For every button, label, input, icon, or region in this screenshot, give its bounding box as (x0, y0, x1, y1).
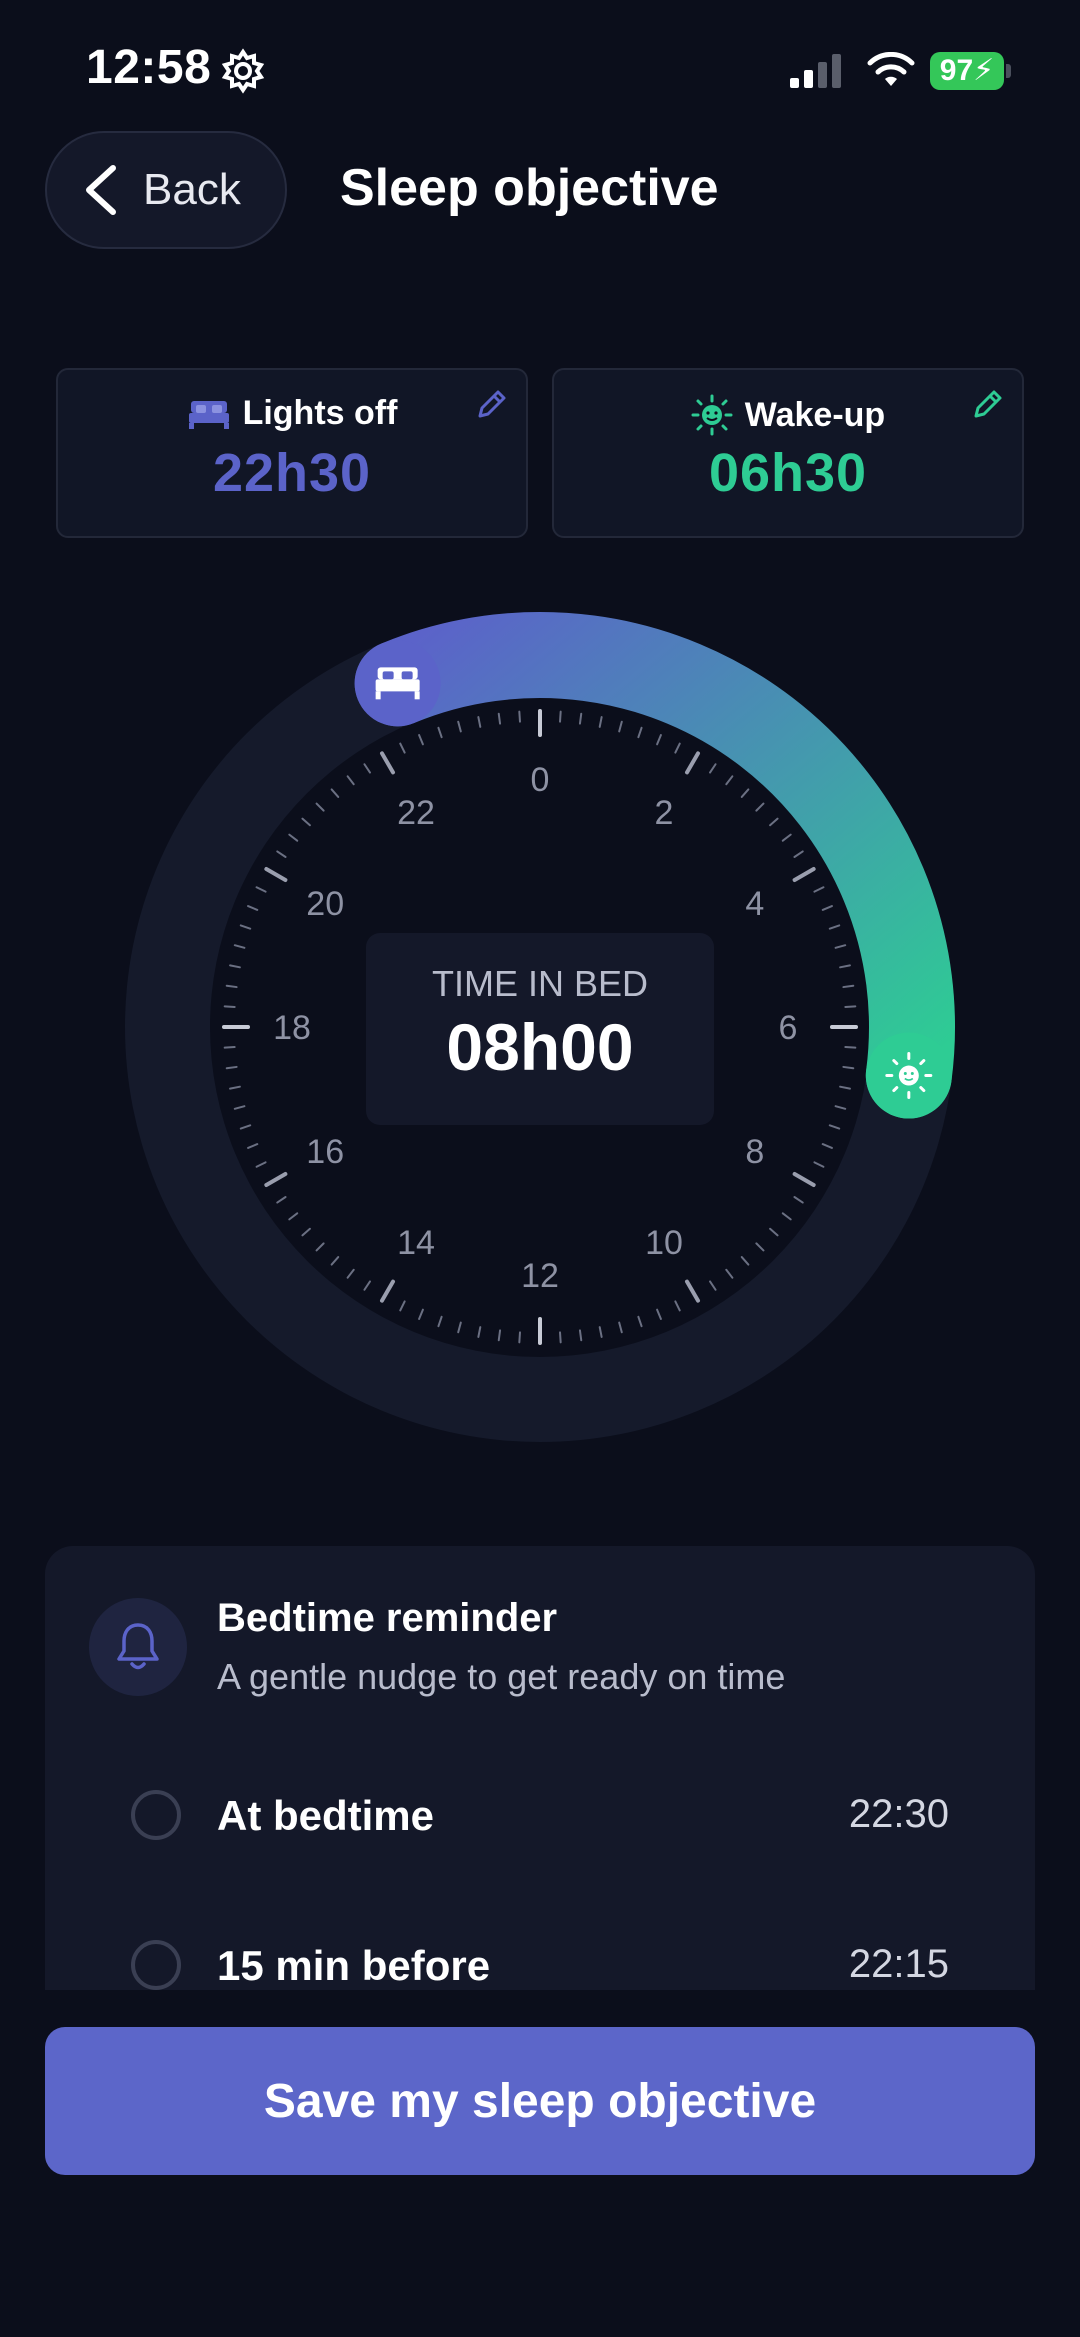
clock-tick (223, 1046, 236, 1049)
clock-tick (225, 984, 238, 989)
bedtime-handle[interactable] (354, 640, 441, 727)
clock-tick (842, 1065, 855, 1070)
hour-label: 2 (655, 794, 674, 832)
clock-tick (223, 1005, 236, 1008)
time-in-bed-value: 08h00 (446, 1010, 633, 1084)
gear-icon (221, 48, 265, 94)
clock-tick (844, 1046, 857, 1049)
hour-label: 10 (645, 1224, 683, 1262)
clock-tick (518, 710, 521, 723)
wake-handle[interactable] (865, 1032, 952, 1119)
battery-indicator: 97⚡ (930, 52, 1004, 90)
clock-tick (497, 1329, 502, 1342)
clock-tick (844, 1005, 857, 1008)
sleep-clock[interactable]: 0 2 4 6 8 10 12 14 16 18 20 22 TIME IN BED 08h00 (0, 560, 1080, 1460)
wake-up-value: 06h30 (708, 443, 868, 503)
chevron-left-icon (86, 165, 116, 215)
battery-tip (1006, 64, 1011, 78)
hour-label: 14 (397, 1224, 435, 1262)
hour-label: 20 (306, 885, 344, 923)
clock-tick (518, 1331, 521, 1344)
reminder-option-15-min-before[interactable]: 15 min before 22:15 (45, 1930, 1035, 1990)
hour-label: 4 (745, 885, 764, 923)
radio-button[interactable] (131, 1940, 181, 1990)
clock-tick (225, 1065, 238, 1070)
signal-icon (790, 54, 841, 88)
status-time: 12:58 (86, 41, 212, 94)
back-label: Back (143, 165, 241, 214)
clock-tick (578, 712, 583, 725)
bedtime-reminder-card: Bedtime reminder A gentle nudge to get r… (45, 1546, 1035, 1990)
page-title: Sleep objective (340, 159, 719, 217)
hour-label: 22 (397, 794, 435, 832)
lights-off-label: Lights off (242, 394, 398, 432)
bell-badge (89, 1598, 187, 1696)
sun-icon (691, 394, 733, 436)
hour-label: 18 (273, 1009, 311, 1047)
pencil-icon[interactable] (970, 388, 1004, 422)
wake-up-label: Wake-up (744, 395, 886, 434)
time-in-bed-label: TIME IN BED (432, 963, 648, 1004)
radio-button[interactable] (131, 1790, 181, 1840)
clock-tick (559, 1331, 562, 1344)
lights-off-value: 22h30 (212, 443, 372, 503)
reminder-title: Bedtime reminder (217, 1596, 558, 1640)
option-label: 15 min before (217, 1942, 491, 1989)
lights-off-card[interactable]: Lights off 22h30 (56, 368, 528, 538)
hour-label: 6 (779, 1009, 798, 1047)
bed-icon (188, 400, 229, 429)
save-sleep-objective-button[interactable]: Save my sleep objective (45, 2027, 1035, 2175)
reminder-subtitle: A gentle nudge to get ready on time (217, 1656, 786, 1697)
clock-tick (578, 1329, 583, 1342)
hour-label: 12 (521, 1257, 559, 1295)
hour-label: 16 (306, 1133, 344, 1171)
wake-up-card[interactable]: Wake-up 06h30 (552, 368, 1024, 538)
option-time: 22:30 (848, 1792, 949, 1836)
reminder-option-at-bedtime[interactable]: At bedtime 22:30 (45, 1780, 1035, 1860)
bell-icon (117, 1623, 159, 1670)
option-label: At bedtime (217, 1792, 435, 1839)
back-button[interactable]: Back (45, 131, 287, 249)
clock-tick (559, 710, 562, 723)
option-time: 22:15 (848, 1942, 949, 1986)
wifi-icon (867, 52, 915, 86)
pencil-icon[interactable] (474, 388, 508, 422)
hour-label: 8 (745, 1133, 764, 1171)
hour-label: 0 (531, 761, 550, 799)
clock-tick (497, 712, 502, 725)
clock-tick (842, 984, 855, 989)
